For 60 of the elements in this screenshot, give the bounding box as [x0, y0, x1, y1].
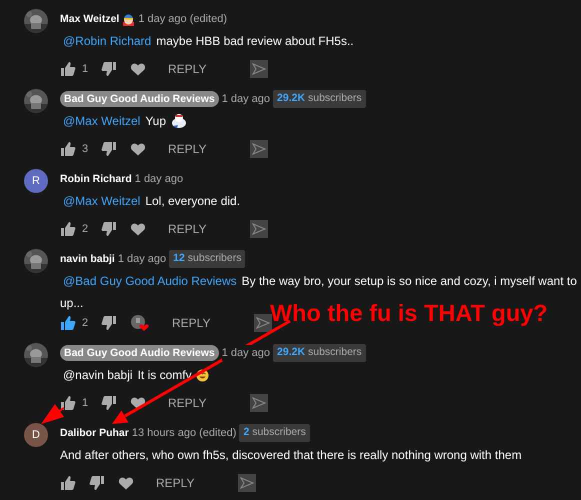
author-name[interactable]: Robin Richard [60, 172, 132, 186]
share-icon[interactable] [250, 140, 268, 158]
author-name[interactable]: Max Weitzel [60, 12, 120, 26]
mention-link[interactable]: @Max Weitzel [63, 110, 140, 132]
subscriber-badge: 2 subscribers [239, 424, 310, 442]
share-icon[interactable] [250, 60, 268, 78]
like-icon[interactable] [60, 61, 76, 77]
like-count: 2 [82, 222, 90, 237]
reply-button[interactable]: REPLY [166, 313, 216, 333]
reply-button[interactable]: REPLY [162, 219, 212, 239]
avatar: R [24, 169, 48, 193]
mention-link[interactable]: @Bad Guy Good Audio Reviews [63, 270, 237, 292]
comment-text: And after others, who own fh5s, discovered that there is really nothing wrong with them [60, 447, 522, 464]
reply-button[interactable]: REPLY [162, 59, 212, 79]
like-count: 1 [82, 396, 90, 411]
comment-time: 1 day ago [222, 344, 270, 362]
comment-text: Yup [145, 113, 166, 130]
heart-icon[interactable] [130, 395, 146, 411]
share-icon[interactable] [250, 220, 268, 238]
heart-icon[interactable] [130, 61, 146, 77]
reply-button[interactable]: REPLY [162, 393, 212, 413]
dislike-icon[interactable] [101, 315, 117, 331]
creator-heart-icon[interactable] [130, 314, 150, 332]
mention-link[interactable]: @Max Weitzel [63, 190, 140, 212]
comment-text: By the way bro, your setup is so nice and cozy, i myself want to [242, 273, 577, 290]
like-count: 3 [82, 142, 90, 157]
author-name[interactable]: Dalibor Puhar [60, 426, 129, 440]
like-icon[interactable] [60, 315, 76, 331]
heart-icon[interactable] [130, 221, 146, 237]
like-icon[interactable] [60, 395, 76, 411]
channel-owner-badge[interactable]: Bad Guy Good Audio Reviews [60, 91, 219, 107]
heart-icon[interactable] [130, 141, 146, 157]
author-name[interactable]: navin babji [60, 252, 115, 266]
share-icon[interactable] [250, 394, 268, 412]
dislike-icon[interactable] [101, 141, 117, 157]
subscriber-badge: 29.2K subscribers [273, 344, 366, 362]
subscriber-badge: 29.2K subscribers [273, 90, 366, 108]
like-icon[interactable] [60, 475, 76, 491]
annotation-text: Who the fu is THAT guy? [270, 299, 548, 328]
heart-icon[interactable] [118, 475, 134, 491]
comment-text: maybe HBB bad review about FH5s.. [156, 33, 354, 50]
mention-text: @navin babji [63, 367, 133, 384]
subscriber-badge: 12 subscribers [169, 250, 246, 268]
channel-owner-badge[interactable]: Bad Guy Good Audio Reviews [60, 345, 219, 361]
reply-button[interactable]: REPLY [150, 473, 200, 493]
comment-text: Lol, everyone did. [145, 193, 240, 210]
avatar: D [24, 423, 48, 447]
like-count: 2 [82, 316, 90, 331]
arrow [41, 404, 65, 424]
reply-button[interactable]: REPLY [162, 139, 212, 159]
dislike-icon[interactable] [101, 395, 117, 411]
dislike-icon[interactable] [101, 221, 117, 237]
dislike-icon[interactable] [89, 475, 105, 491]
like-icon[interactable] [60, 141, 76, 157]
dislike-icon[interactable] [101, 61, 117, 77]
comment-text: up... [60, 295, 84, 312]
like-icon[interactable] [60, 221, 76, 237]
like-count: 1 [82, 62, 90, 77]
share-icon[interactable] [238, 474, 256, 492]
mention-link[interactable]: @Robin Richard [63, 30, 152, 52]
